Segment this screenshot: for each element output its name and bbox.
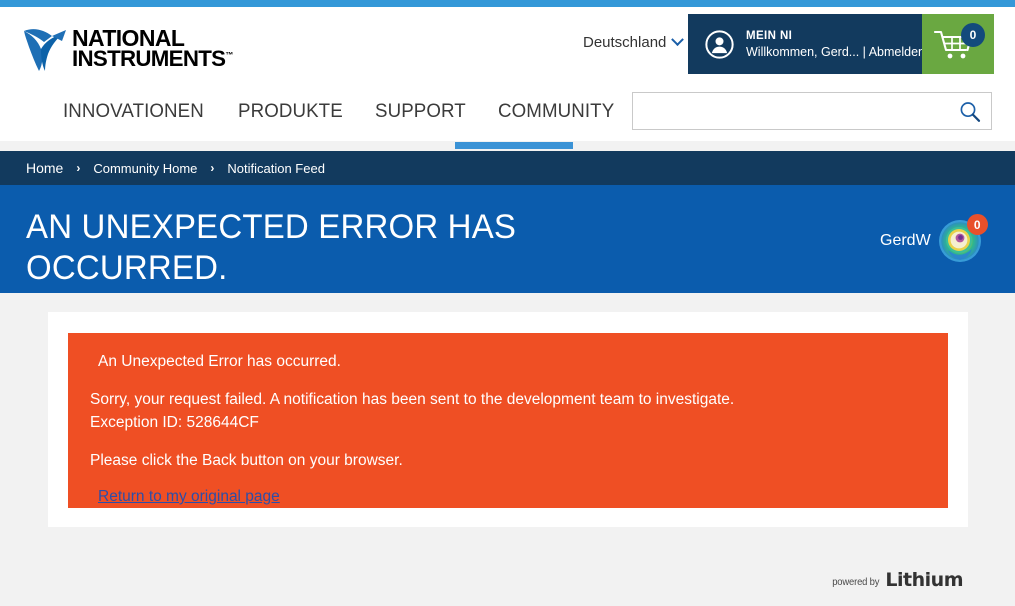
shopping-cart-button[interactable]: 0 (922, 14, 994, 74)
error-heading: An Unexpected Error has occurred. (98, 353, 341, 370)
page-hero-banner: AN UNEXPECTED ERROR HAS OCCURRED. (0, 185, 1015, 293)
chevron-down-icon (671, 33, 685, 47)
error-panel: An Unexpected Error has occurred. Sorry,… (68, 333, 948, 508)
country-selector[interactable]: Deutschland (583, 33, 685, 51)
cart-item-count-badge: 0 (961, 23, 985, 47)
country-label: Deutschland (583, 34, 667, 51)
error-link-wrapper: Return to my original page (98, 488, 926, 506)
breadcrumb-item-community-home[interactable]: Community Home (93, 161, 197, 176)
breadcrumb-item-notification-feed[interactable]: Notification Feed (227, 161, 325, 176)
footer-powered-by: powered by Lithium (827, 571, 963, 590)
user-circle-icon (705, 29, 734, 59)
breadcrumb: Home › Community Home › Notification Fee… (0, 151, 1015, 185)
mein-ni-text: MEIN NI Willkommen, Gerd... | Abmelden (746, 29, 925, 60)
return-to-original-page-link[interactable]: Return to my original page (98, 488, 280, 505)
ni-eagle-logo-icon (24, 29, 66, 71)
hero-username[interactable]: GerdW (880, 232, 931, 250)
hero-user-block: GerdW 0 (880, 214, 988, 262)
nav-item-produkte[interactable]: PRODUKTE (238, 100, 343, 123)
lithium-logo: Lithium (885, 569, 963, 591)
nav-item-support[interactable]: SUPPORT (375, 100, 466, 123)
nav-item-innovationen[interactable]: INNOVATIONEN (63, 100, 204, 123)
powered-by-label: powered by (832, 576, 880, 588)
search-input[interactable] (633, 93, 945, 129)
page-root: NATIONAL INSTRUMENTS™ Deutschland MEIN N… (0, 0, 1015, 606)
breadcrumb-separator-icon: › (210, 161, 215, 175)
trademark-symbol: ™ (225, 50, 233, 60)
mein-ni-title: MEIN NI (746, 29, 793, 42)
error-note: Please click the Back button on your bro… (90, 452, 403, 469)
page-title: AN UNEXPECTED ERROR HAS OCCURRED. (26, 208, 517, 287)
breadcrumb-separator-icon: › (76, 161, 81, 175)
breadcrumb-item-home[interactable]: Home (26, 160, 63, 176)
notification-count-badge[interactable]: 0 (966, 214, 988, 235)
search-icon[interactable] (958, 100, 982, 124)
content-card: An Unexpected Error has occurred. Sorry,… (48, 312, 968, 527)
ni-logo-wordmark: NATIONAL INSTRUMENTS™ (72, 26, 233, 72)
main-navigation: INNOVATIONEN PRODUKTE SUPPORT COMMUNITY (63, 100, 619, 123)
error-body-line-1: Sorry, your request failed. A notificati… (90, 391, 735, 408)
mein-ni-welcome-logout[interactable]: Willkommen, Gerd... | Abmelden (746, 44, 925, 60)
error-body: Sorry, your request failed. A notificati… (90, 388, 926, 434)
logo-line-2: INSTRUMENTS™ (72, 46, 233, 72)
error-exception-id: Exception ID: 528644CF (90, 414, 259, 431)
top-accent-strip (0, 0, 1015, 7)
ni-logo[interactable]: NATIONAL INSTRUMENTS™ (22, 25, 233, 73)
search-box[interactable] (632, 92, 992, 130)
avatar-wrapper: 0 (938, 214, 988, 262)
mein-ni-account-block[interactable]: MEIN NI Willkommen, Gerd... | Abmelden (688, 14, 925, 74)
nav-active-indicator (455, 142, 573, 149)
nav-item-community[interactable]: COMMUNITY (498, 100, 614, 123)
site-header: NATIONAL INSTRUMENTS™ Deutschland MEIN N… (0, 7, 1015, 149)
